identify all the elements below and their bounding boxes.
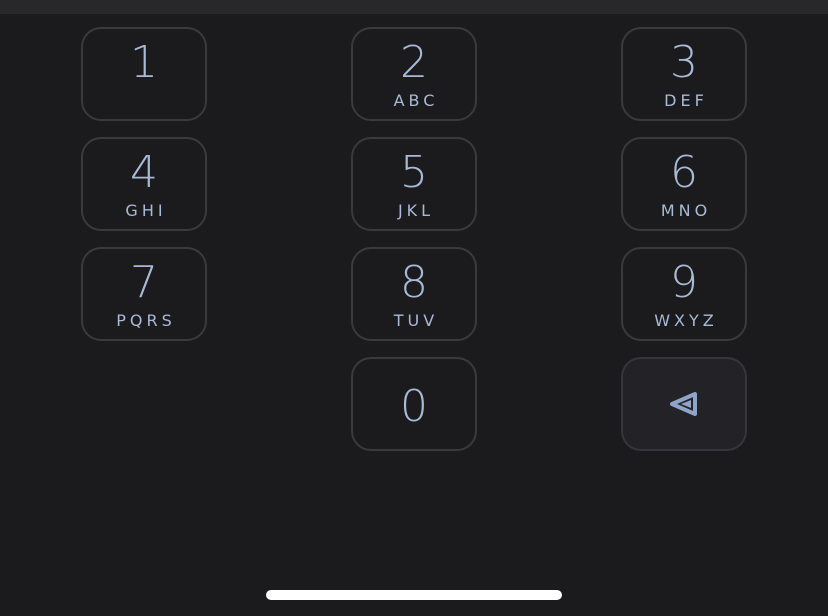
key-letters: ABC: [393, 91, 439, 110]
key-7[interactable]: 7 PQRS: [81, 247, 207, 341]
key-9[interactable]: 9 WXYZ: [621, 247, 747, 341]
key-digit: 4: [130, 147, 158, 198]
key-digit: 0: [400, 381, 428, 432]
key-8[interactable]: 8 TUV: [351, 247, 477, 341]
key-letters: MNO: [660, 201, 712, 220]
key-digit: 5: [400, 147, 428, 198]
key-digit: 6: [670, 147, 698, 198]
key-digit: 2: [400, 37, 428, 88]
key-letters: PQRS: [116, 311, 176, 330]
key-digit: 3: [670, 37, 698, 88]
key-letters: DEF: [664, 91, 708, 110]
key-4[interactable]: 4 GHI: [81, 137, 207, 231]
key-0[interactable]: 0: [351, 357, 477, 451]
key-letters: TUV: [393, 311, 439, 330]
numeric-keypad: 1 2 ABC 3 DEF 4 GHI 5 JKL 6 MNO 7 PQRS 8…: [0, 0, 828, 616]
key-digit: 7: [130, 257, 158, 308]
key-6[interactable]: 6 MNO: [621, 137, 747, 231]
key-1[interactable]: 1: [81, 27, 207, 121]
key-2[interactable]: 2 ABC: [351, 27, 477, 121]
key-letters: WXYZ: [654, 311, 718, 330]
home-indicator[interactable]: [266, 590, 562, 600]
key-5[interactable]: 5 JKL: [351, 137, 477, 231]
key-3[interactable]: 3 DEF: [621, 27, 747, 121]
backspace-button[interactable]: [621, 357, 747, 451]
backspace-triangle-icon: [670, 392, 697, 416]
key-digit: 1: [130, 37, 158, 88]
key-digit: 8: [400, 257, 428, 308]
key-letters: JKL: [397, 201, 435, 220]
key-digit: 9: [670, 257, 698, 308]
key-letters: GHI: [125, 201, 167, 220]
